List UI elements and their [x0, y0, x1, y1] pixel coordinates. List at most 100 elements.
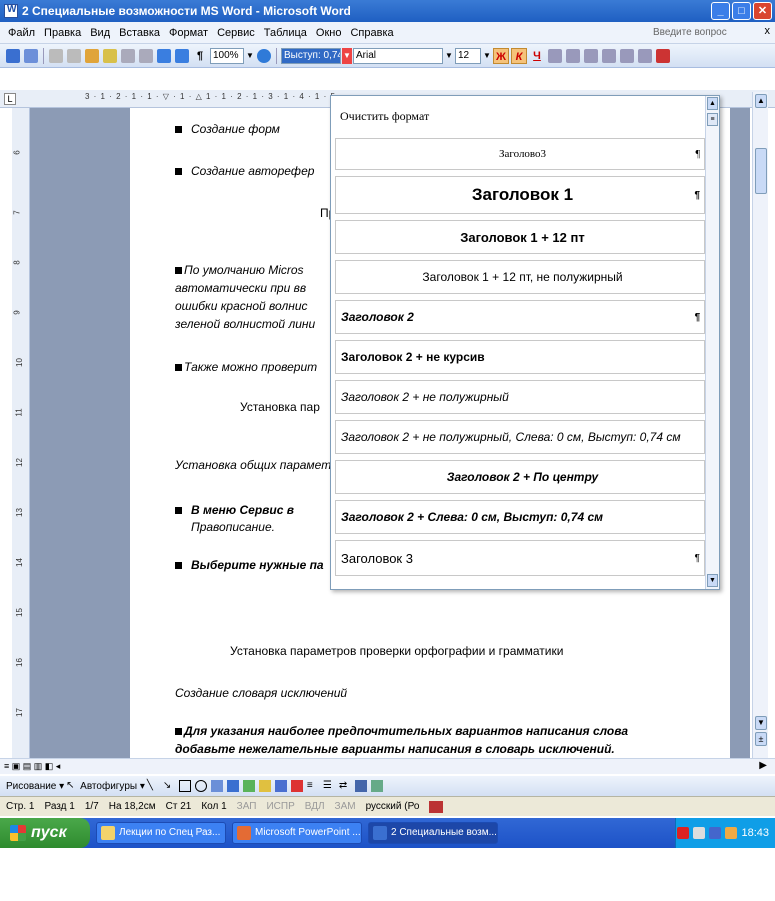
- tray-icon[interactable]: [677, 827, 690, 839]
- font-color-draw-icon[interactable]: [290, 780, 303, 792]
- style-item-clear[interactable]: Очистить формат: [335, 100, 705, 132]
- rectangle-icon[interactable]: [178, 780, 191, 792]
- menu-window[interactable]: Окно: [316, 27, 342, 39]
- align-left-icon[interactable]: [548, 48, 562, 63]
- style-item[interactable]: Заголовок 2 + не полужирный, Слева: 0 см…: [335, 420, 705, 454]
- style-item[interactable]: Заголовок 2 + не полужирный: [335, 380, 705, 414]
- textbox-icon[interactable]: [210, 780, 223, 792]
- ask-question-input[interactable]: Введите вопрос: [653, 25, 753, 41]
- style-item[interactable]: Заголовок 1 + 12 пт: [335, 220, 705, 254]
- font-color-icon[interactable]: [656, 48, 670, 63]
- select-objects-icon[interactable]: ↖: [66, 780, 78, 792]
- status-ext[interactable]: ВДЛ: [305, 801, 325, 812]
- zoom-dropdown-icon[interactable]: ▼: [245, 48, 255, 64]
- scroll-thumb[interactable]: [755, 148, 767, 194]
- styles-scrollbar[interactable]: ▲ ≡ ▼: [705, 96, 719, 589]
- style-item[interactable]: Заголовок 3 ¶: [335, 540, 705, 576]
- help-icon[interactable]: [257, 48, 271, 63]
- oval-icon[interactable]: [194, 780, 207, 792]
- menu-edit[interactable]: Правка: [44, 27, 81, 39]
- menu-tools[interactable]: Сервис: [217, 27, 255, 39]
- font-size-field[interactable]: 12: [455, 47, 481, 64]
- line-spacing-icon[interactable]: [584, 48, 598, 63]
- numbering-icon[interactable]: [602, 48, 616, 63]
- task-lectures[interactable]: Лекции по Спец Раз...: [96, 822, 226, 844]
- justify-icon[interactable]: [566, 48, 580, 63]
- previous-page-icon[interactable]: ±: [755, 732, 767, 746]
- maximize-button[interactable]: □: [732, 2, 751, 20]
- style-item[interactable]: Заголовок 2 + не курсив: [335, 340, 705, 374]
- columns-icon[interactable]: [175, 48, 189, 63]
- vertical-scrollbar[interactable]: ▲ ▼ ±: [752, 92, 768, 758]
- style-item[interactable]: Заголовок 2 ¶: [335, 300, 705, 334]
- indent-icon[interactable]: [638, 48, 652, 63]
- document-close-icon[interactable]: x: [765, 25, 771, 37]
- tray-icon[interactable]: [693, 827, 706, 839]
- cut-icon[interactable]: [49, 48, 63, 63]
- view-buttons[interactable]: ≡ ▣ ▤ ▥ ◧ ◂: [4, 761, 60, 772]
- arrow-style-icon[interactable]: ⇄: [339, 780, 351, 792]
- tray-icon[interactable]: [709, 827, 722, 839]
- diagram-icon[interactable]: [242, 780, 255, 792]
- wordart-icon[interactable]: [226, 780, 239, 792]
- style-item[interactable]: Заголовок 1 ¶: [335, 176, 705, 214]
- word-app-icon[interactable]: [4, 4, 18, 18]
- style-dropdown-icon[interactable]: ▼: [342, 47, 352, 64]
- menu-format[interactable]: Формат: [169, 27, 208, 39]
- scroll-up-icon[interactable]: ▲: [755, 94, 767, 108]
- menu-file[interactable]: Файл: [8, 27, 35, 39]
- scroll-down-icon[interactable]: ▼: [755, 716, 767, 730]
- minimize-button[interactable]: _: [711, 2, 730, 20]
- menu-table[interactable]: Таблица: [264, 27, 307, 39]
- arrow-icon[interactable]: ↘: [163, 780, 175, 792]
- show-formatting-icon[interactable]: ¶: [192, 48, 208, 64]
- task-powerpoint[interactable]: Microsoft PowerPoint ...: [232, 822, 362, 844]
- line-style-icon[interactable]: ≡: [307, 780, 319, 792]
- font-dropdown-icon[interactable]: ▼: [444, 48, 454, 64]
- line-icon[interactable]: ╲: [147, 780, 159, 792]
- bold-button[interactable]: Ж: [493, 47, 509, 64]
- dash-style-icon[interactable]: ☰: [323, 780, 335, 792]
- styles-scroll-thumb[interactable]: ≡: [707, 113, 718, 126]
- fill-color-icon[interactable]: [258, 780, 271, 792]
- style-field[interactable]: Выступ: 0,74 см: [281, 47, 341, 64]
- italic-button[interactable]: К: [511, 47, 527, 64]
- tray-icon[interactable]: [725, 827, 738, 839]
- status-rec[interactable]: ЗАП: [237, 801, 257, 812]
- undo-icon[interactable]: [121, 48, 135, 63]
- bullets-icon[interactable]: [620, 48, 634, 63]
- status-ovr[interactable]: ЗАМ: [335, 801, 356, 812]
- close-button[interactable]: ✕: [753, 2, 772, 20]
- menu-view[interactable]: Вид: [90, 27, 110, 39]
- start-button[interactable]: пуск: [0, 818, 90, 848]
- table-icon[interactable]: [157, 48, 171, 63]
- styles-scroll-down-icon[interactable]: ▼: [707, 574, 718, 587]
- scroll-right-icon[interactable]: ▶: [759, 760, 767, 771]
- menu-insert[interactable]: Вставка: [119, 27, 160, 39]
- format-painter-icon[interactable]: [103, 48, 117, 63]
- font-size-dropdown-icon[interactable]: ▼: [482, 48, 492, 64]
- tab-selector-icon[interactable]: L: [4, 93, 16, 105]
- style-item[interactable]: Заголовок 1 + 12 пт, не полужирный: [335, 260, 705, 294]
- status-trk[interactable]: ИСПР: [266, 801, 294, 812]
- shadow-icon[interactable]: [354, 780, 367, 792]
- copy-icon[interactable]: [67, 48, 81, 63]
- zoom-field[interactable]: 100%: [210, 47, 244, 64]
- autoshapes-menu[interactable]: Автофигуры ▾: [80, 781, 145, 792]
- permission-icon[interactable]: [24, 48, 38, 63]
- menu-help[interactable]: Справка: [350, 27, 393, 39]
- draw-menu[interactable]: Рисование ▾: [6, 781, 64, 792]
- save-icon[interactable]: [6, 48, 20, 63]
- redo-icon[interactable]: [139, 48, 153, 63]
- clock[interactable]: 18:43: [741, 827, 769, 839]
- style-item[interactable]: Заголовок 2 + По центру: [335, 460, 705, 494]
- styles-scroll-up-icon[interactable]: ▲: [707, 97, 718, 110]
- paste-icon[interactable]: [85, 48, 99, 63]
- style-item[interactable]: Заголово3 ¶: [335, 138, 705, 170]
- 3d-icon[interactable]: [370, 780, 383, 792]
- font-field[interactable]: Arial: [353, 47, 443, 64]
- status-language[interactable]: русский (Ро: [366, 801, 420, 812]
- line-color-icon[interactable]: [274, 780, 287, 792]
- horizontal-scrollbar[interactable]: ≡ ▣ ▤ ▥ ◧ ◂ ▶: [0, 758, 775, 774]
- underline-button[interactable]: Ч: [529, 48, 545, 64]
